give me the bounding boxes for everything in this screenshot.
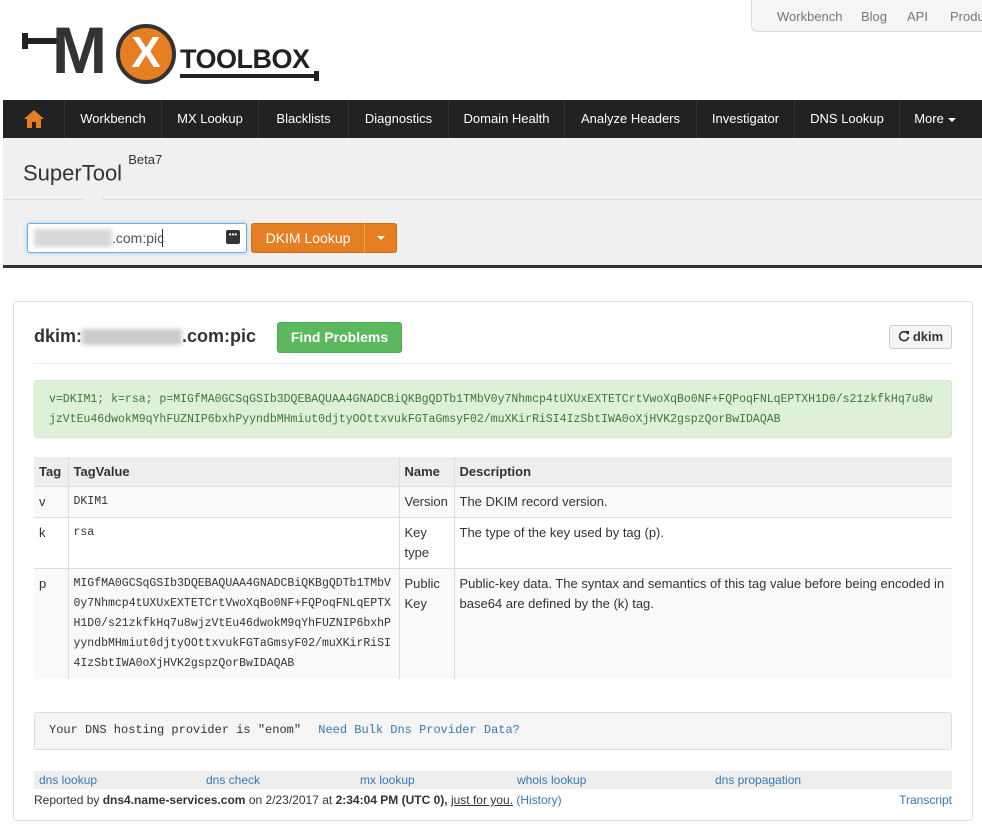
cell-description: The DKIM record version. <box>454 485 952 517</box>
page-title: SuperTool Beta7 <box>23 152 162 186</box>
report-prefix: Reported by <box>34 793 100 807</box>
nav-more-label: More <box>914 111 944 126</box>
cell-tag: p <box>34 567 69 679</box>
cell-tag: v <box>34 485 69 517</box>
cell-description: The type of the key used by tag (p). <box>454 516 952 568</box>
redacted-text <box>34 229 112 247</box>
link-dns-propagation[interactable]: dns propagation <box>715 773 801 787</box>
nav-mx-lookup[interactable]: MX Lookup <box>162 100 259 138</box>
mxtoolbox-logo[interactable]: M X TOOLBOX <box>22 14 322 86</box>
redacted-domain <box>82 329 183 346</box>
logo-underline <box>180 74 318 78</box>
nav-investigator[interactable]: Investigator <box>697 100 795 138</box>
top-link-products[interactable]: Produ <box>950 9 982 24</box>
cell-tag: k <box>34 516 69 568</box>
cell-name: Public Key <box>399 567 455 679</box>
result-title: dkim: .com:pic <box>34 326 256 347</box>
search-input[interactable]: .com:pic ••• <box>27 223 247 253</box>
home-icon <box>24 110 44 128</box>
lookup-dropdown-button[interactable] <box>364 223 397 253</box>
dkim-button-label: dkim <box>912 329 944 344</box>
link-mx-lookup[interactable]: mx lookup <box>360 773 415 787</box>
cell-tagvalue: rsa <box>68 516 400 568</box>
table-header-description: Description <box>454 457 952 486</box>
beta-badge: Beta7 <box>128 152 163 167</box>
table-row: p MIGfMA0GCSqGSIb3DQEBAQUAA4GNADCBiQKBgQ… <box>34 567 952 679</box>
link-dns-check[interactable]: dns check <box>206 773 260 787</box>
cell-name: Key type <box>399 516 455 568</box>
nav-workbench[interactable]: Workbench <box>65 100 162 138</box>
report-on: on 2/23/2017 at <box>248 793 333 807</box>
result-title-prefix: dkim: <box>34 326 83 346</box>
refresh-icon <box>898 330 910 342</box>
provider-text: Your DNS hosting provider is "enom" <box>49 723 302 737</box>
nav-more[interactable]: More <box>900 100 970 138</box>
home-button[interactable] <box>3 100 65 138</box>
just-for-you-link[interactable]: just for you. <box>451 793 513 807</box>
notch-pointer <box>83 199 103 209</box>
nav-diagnostics[interactable]: Diagnostics <box>349 100 449 138</box>
related-links: dns lookup dns check mx lookup whois loo… <box>34 771 952 789</box>
tag-table: Tag TagValue Name Description v DKIM1 Ve… <box>34 457 952 679</box>
chevron-down-icon <box>947 117 956 122</box>
chevron-down-icon <box>377 236 385 240</box>
nav-analyze-headers[interactable]: Analyze Headers <box>565 100 697 138</box>
link-whois-lookup[interactable]: whois lookup <box>517 773 586 787</box>
autofill-icon[interactable]: ••• <box>226 230 240 244</box>
transcript-link[interactable]: Transcript <box>899 793 952 807</box>
top-link-api[interactable]: API <box>907 9 928 24</box>
table-row: v DKIM1 Version The DKIM record version. <box>34 485 952 517</box>
refresh-dkim-button[interactable]: dkim <box>889 325 952 349</box>
bulk-dns-provider-link[interactable]: Need Bulk Dns Provider Data? <box>318 723 520 737</box>
cell-description: Public-key data. The syntax and semantic… <box>454 567 952 679</box>
nav-blacklists[interactable]: Blacklists <box>259 100 349 138</box>
cell-tagvalue: MIGfMA0GCSqGSIb3DQEBAQUAA4GNADCBiQKBgQDT… <box>68 567 400 679</box>
report-server: dns4.name-services.com <box>102 793 246 807</box>
divider <box>34 363 952 364</box>
logo-underline-end <box>314 71 319 81</box>
logo-text: TOOLBOX <box>180 44 310 74</box>
find-problems-button[interactable]: Find Problems <box>277 322 402 353</box>
divider <box>3 199 982 200</box>
link-dns-lookup[interactable]: dns lookup <box>39 773 97 787</box>
dkim-record-text: v=DKIM1; k=rsa; p=MIGfMA0GCSqGSIb3DQEBAQ… <box>34 380 952 438</box>
supertool-panel: SuperTool Beta7 .com:pic ••• DKIM Lookup <box>3 138 982 268</box>
page-title-text: SuperTool <box>23 160 123 186</box>
table-row: k rsa Key type The type of the key used … <box>34 516 952 568</box>
report-time: 2:34:04 PM (UTC 0), <box>335 793 448 807</box>
result-title-suffix: .com:pic <box>182 326 257 346</box>
history-link[interactable]: (History) <box>516 793 561 807</box>
table-header-name: Name <box>399 457 455 486</box>
table-header-tag: Tag <box>34 457 69 486</box>
top-links: Workbench Blog API Produ <box>751 0 982 32</box>
main-nav: Workbench MX Lookup Blacklists Diagnosti… <box>3 100 982 138</box>
cell-name: Version <box>399 485 455 517</box>
dns-provider-notice: Your DNS hosting provider is "enom" Need… <box>34 712 952 750</box>
report-line: Reported by dns4.name-services.com on 2/… <box>34 793 952 807</box>
top-link-blog[interactable]: Blog <box>861 9 887 24</box>
search-value: .com:pic <box>112 230 165 246</box>
cell-tagvalue: DKIM1 <box>68 485 400 517</box>
site-header: M X TOOLBOX Workbench Blog API Produ <box>0 0 982 100</box>
text-cursor <box>162 229 163 247</box>
nav-domain-health[interactable]: Domain Health <box>449 100 565 138</box>
result-panel: dkim: .com:pic Find Problems dkim v=DKIM1… <box>13 301 973 821</box>
logo-x-circle: X <box>116 24 176 84</box>
nav-dns-lookup[interactable]: DNS Lookup <box>795 100 900 138</box>
logo-m: M <box>52 13 107 87</box>
dkim-lookup-button[interactable]: DKIM Lookup <box>251 223 365 253</box>
top-link-workbench[interactable]: Workbench <box>777 9 843 24</box>
table-header-tagvalue: TagValue <box>68 457 400 486</box>
